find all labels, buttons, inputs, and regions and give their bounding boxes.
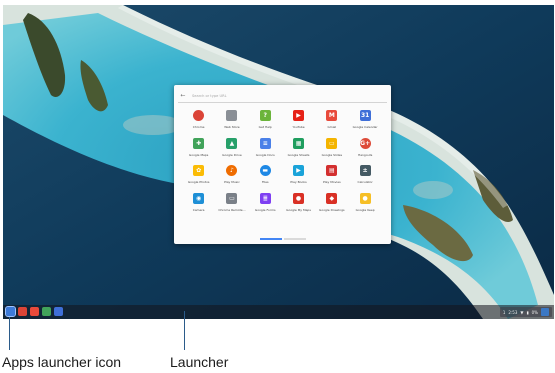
- app-label: Play Books: [290, 180, 307, 184]
- chrome-icon[interactable]: [18, 307, 27, 316]
- app-label: Google Drive: [222, 152, 242, 157]
- slides-icon: ▭: [326, 137, 338, 149]
- app-tile[interactable]: ✚ Google Maps: [182, 137, 215, 166]
- app-tile[interactable]: 31 Google Calendar: [348, 110, 381, 138]
- battery-level: 0%: [531, 309, 538, 315]
- app-tile[interactable]: ? Get Help: [249, 110, 282, 138]
- page-indicator: [260, 238, 306, 240]
- photos-icon: ✿: [193, 165, 205, 176]
- app-label: Hangouts: [357, 152, 373, 157]
- app-label: Camera: [192, 207, 205, 212]
- drive-icon: ▲: [226, 137, 238, 149]
- app-label: Gmail: [327, 125, 337, 129]
- app-label: YouTube: [292, 125, 305, 129]
- app-label: Google Sheets: [287, 152, 310, 157]
- app-label: Chrome Remote...: [218, 207, 246, 212]
- shelf: 1 2:53 ▼ ▮ 0%: [3, 305, 554, 319]
- app-tile[interactable]: Web Store: [215, 110, 248, 138]
- app-label: Google Forms: [254, 207, 276, 212]
- app-tile[interactable]: ◆ Google Drawings: [315, 192, 348, 221]
- app-label: Google Keep: [355, 207, 375, 212]
- web-store-icon: [226, 110, 238, 121]
- calendar-icon[interactable]: [54, 307, 63, 316]
- app-label: Google My Maps: [286, 207, 311, 212]
- launcher-callout-line: [184, 311, 185, 350]
- app-tile[interactable]: ▭ Google Slides: [315, 137, 348, 166]
- page-dot-2[interactable]: [284, 238, 306, 240]
- calendar-icon: 31: [359, 110, 371, 121]
- app-label: Play Movies: [323, 180, 341, 184]
- app-label: Google Calendar: [352, 125, 378, 129]
- app-label: Google Drawings: [319, 207, 345, 212]
- camera-icon: ◉: [193, 192, 205, 204]
- app-label: Google Docs: [255, 152, 275, 157]
- help-icon: ?: [259, 110, 271, 121]
- apps-launcher-callout-line: [9, 317, 10, 350]
- app-label: Get Help: [258, 125, 272, 129]
- app-tile[interactable]: ▲ Google Drive: [215, 137, 248, 166]
- app-label: Play Music: [224, 180, 240, 184]
- calculator-icon: ±: [359, 165, 371, 176]
- page-number: 1: [502, 309, 506, 315]
- app-tile[interactable]: ● Google My Maps: [282, 192, 315, 221]
- app-tile[interactable]: ♪ Play Music: [215, 165, 248, 193]
- search-input[interactable]: [188, 91, 372, 101]
- maps-icon: ✚: [193, 137, 205, 149]
- app-tile[interactable]: ✿ Google Photos: [182, 165, 215, 193]
- app-tile[interactable]: ● Google Keep: [348, 192, 381, 221]
- remote-desktop-icon: ▭: [226, 192, 238, 204]
- status-area[interactable]: 1 2:53 ▼ ▮ 0%: [499, 307, 552, 317]
- play-movies-icon: ▤: [326, 165, 338, 176]
- google-plus-icon: G+: [359, 137, 371, 149]
- wifi-icon: ▼: [520, 309, 524, 315]
- play-books-icon: ▶: [293, 165, 305, 176]
- chrome-icon: [193, 110, 205, 121]
- page-dot-1[interactable]: [260, 238, 282, 240]
- app-tile[interactable]: ▬ Files: [249, 165, 282, 193]
- back-arrow-icon[interactable]: ←: [178, 90, 188, 102]
- gmail-icon[interactable]: [30, 307, 39, 316]
- launcher-window: ← Chrome Web Store? Get Help ▶ YouTube M Gmail…: [174, 85, 391, 244]
- sheets-icon: ▦: [293, 137, 305, 149]
- app-tile[interactable]: ≡ Google Docs: [249, 137, 282, 166]
- app-tile[interactable]: ▶ Play Books: [282, 165, 315, 193]
- app-label: Files: [261, 180, 269, 184]
- app-tile[interactable]: ± Calculator: [348, 165, 381, 193]
- battery-icon: ▮: [526, 309, 529, 315]
- keep-icon: ●: [359, 192, 371, 204]
- apps-launcher-icon[interactable]: [5, 306, 16, 317]
- gmail-icon: M: [326, 110, 338, 121]
- app-label: Google Slides: [321, 152, 343, 157]
- drawings-icon: ◆: [326, 192, 338, 204]
- maps-icon[interactable]: [42, 307, 51, 316]
- app-label: Google Maps: [188, 152, 209, 157]
- app-tile[interactable]: ▦ Google Sheets: [282, 137, 315, 166]
- app-tile[interactable]: G+ Hangouts: [348, 137, 381, 166]
- forms-icon: ≣: [259, 192, 271, 204]
- chrome-os-desktop: ← Chrome Web Store? Get Help ▶ YouTube M Gmail…: [3, 5, 554, 319]
- search-box: ←: [178, 90, 387, 103]
- youtube-icon: ▶: [293, 110, 305, 121]
- app-tile[interactable]: ◉ Camera: [182, 192, 215, 221]
- my-maps-icon: ●: [293, 192, 305, 204]
- app-label: Web Store: [224, 125, 240, 129]
- app-tile[interactable]: Chrome: [182, 110, 215, 138]
- avatar: [541, 308, 549, 316]
- app-tile[interactable]: ≣ Google Forms: [249, 192, 282, 221]
- app-tile[interactable]: ▶ YouTube: [282, 110, 315, 138]
- app-grid: Chrome Web Store? Get Help ▶ YouTube M Gmail 31…: [182, 110, 382, 220]
- app-label: Calculator: [357, 180, 373, 184]
- clock: 2:53: [508, 309, 518, 315]
- app-label: Google Photos: [187, 180, 210, 184]
- app-label: Chrome: [192, 125, 205, 129]
- app-tile[interactable]: ▭ Chrome Remote...: [215, 192, 248, 221]
- app-tile[interactable]: M Gmail: [315, 110, 348, 138]
- files-icon: ▬: [259, 165, 271, 176]
- launcher-label: Launcher: [170, 354, 229, 370]
- play-music-icon: ♪: [226, 165, 238, 176]
- app-tile[interactable]: ▤ Play Movies: [315, 165, 348, 193]
- docs-icon: ≡: [259, 137, 271, 149]
- apps-launcher-icon-label: Apps launcher icon: [2, 354, 122, 370]
